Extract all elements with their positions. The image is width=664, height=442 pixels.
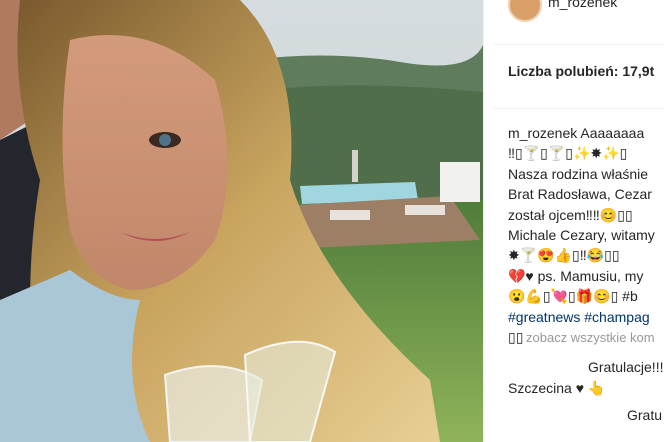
caption-line: Brat Radosława, Cezar [508,186,652,203]
post-photo[interactable] [0,0,483,442]
caption-line: 😮💪▯💘▯🎁😊▯ #b [508,288,638,305]
comment-text: Szczecina ♥ 👆 [508,380,606,396]
likes-divider [494,108,664,109]
caption-line: Michale Cezary, witamy [508,227,655,244]
caption-line: został ojcem‼‼😊▯▯ [508,206,633,223]
comment-text: Gratulacje!!! [588,359,664,375]
selfie-image [0,0,483,442]
caption-line: 💔♥ ps. Mamusiu, my [508,267,644,284]
header-divider [494,44,664,45]
caption-line: ‼▯🍸▯🍸▯✨✸✨▯ [508,145,628,162]
likes-count[interactable]: Liczba polubień: 17,9t [508,63,654,79]
user-avatar[interactable] [508,0,542,22]
post-caption: m_rozenek Aaaaaaaa ‼▯🍸▯🍸▯✨✸✨▯ Nasza rodz… [508,123,664,347]
caption-line: Aaaaaaaa [580,125,645,141]
caption-line: Nasza rodzina właśnie [508,165,649,182]
caption-hashtags[interactable]: #greatnews #champag [508,307,664,327]
caption-username[interactable]: m_rozenek [508,125,577,141]
post-username[interactable]: m_rozenek [548,0,617,10]
post-sidebar: m_rozenek Liczba polubień: 17,9t m_rozen… [483,0,664,442]
caption-line: ✸🍸😍👍▯‼😂▯▯ [508,247,620,264]
comment-text: Gratu [627,407,663,423]
see-all-comments-link[interactable]: zobacz wszystkie kom [526,330,655,345]
